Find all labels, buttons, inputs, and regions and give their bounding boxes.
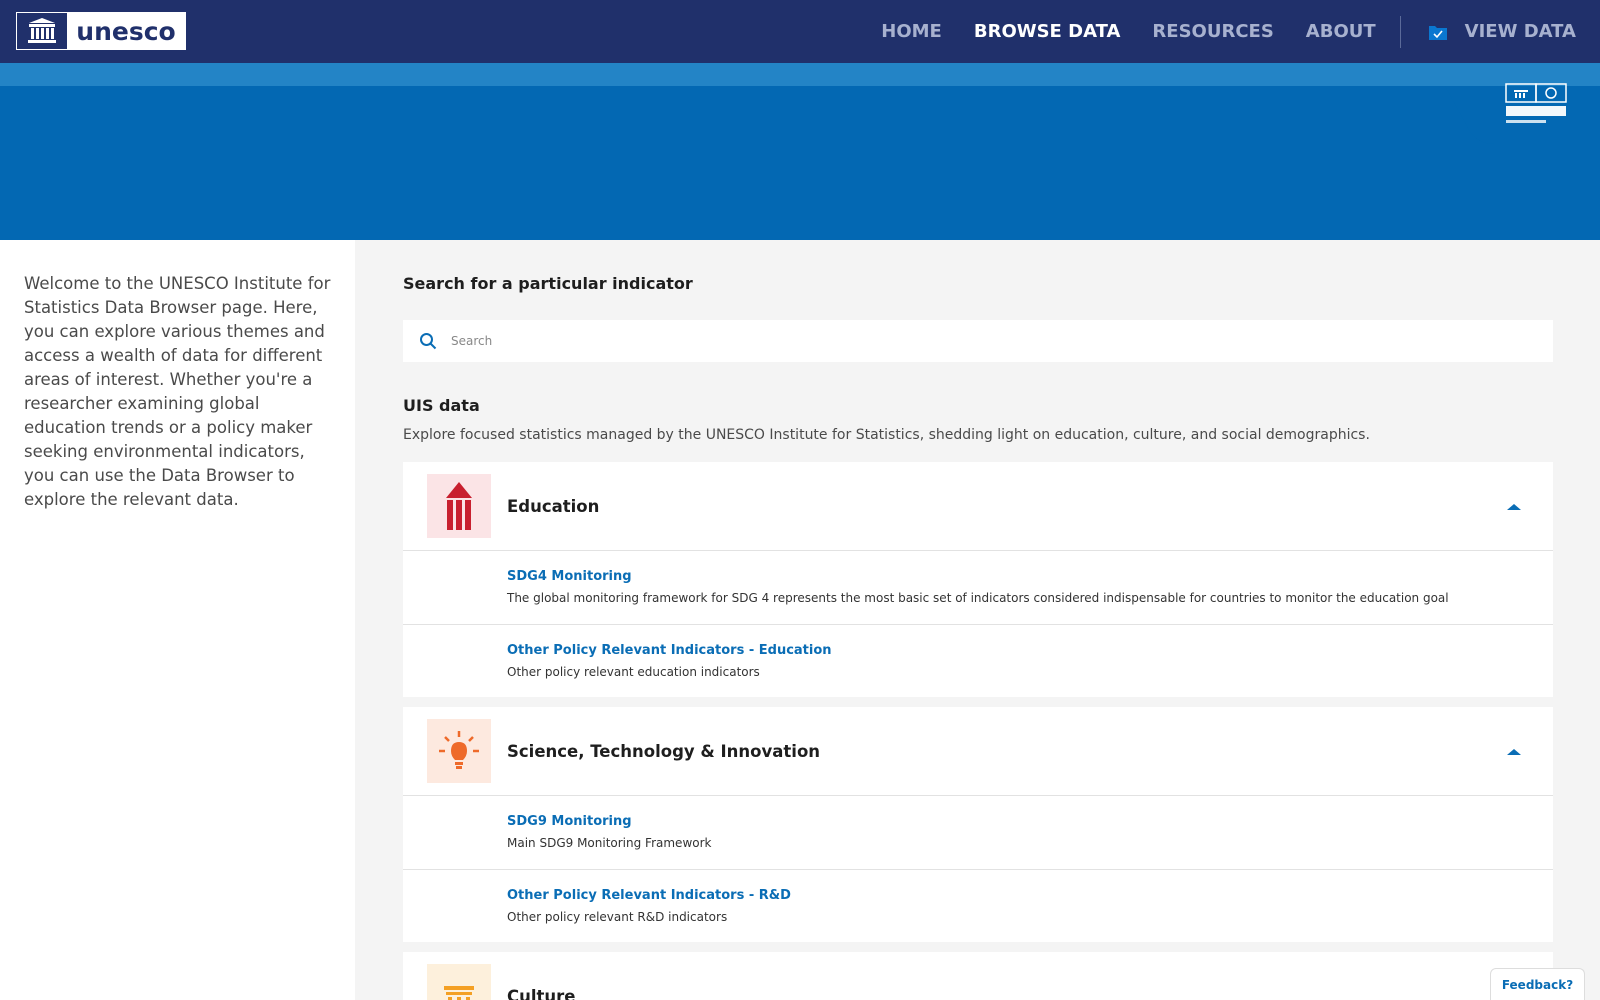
list-item-sdg4[interactable]: SDG4 Monitoring The global monitoring fr… xyxy=(403,551,1553,625)
item-description: The global monitoring framework for SDG … xyxy=(507,591,1449,605)
view-data-button[interactable]: VIEW DATA xyxy=(1428,21,1576,42)
chevron-up-icon[interactable] xyxy=(1507,502,1521,512)
nav-home[interactable]: HOME xyxy=(881,21,942,42)
hero-banner xyxy=(0,86,1600,240)
list-item-sdg9[interactable]: SDG9 Monitoring Main SDG9 Monitoring Fra… xyxy=(403,796,1553,870)
lightbulb-icon xyxy=(427,719,491,783)
list-item-other-rd[interactable]: Other Policy Relevant Indicators - R&D O… xyxy=(403,870,1553,942)
section-header[interactable]: Education xyxy=(403,462,1553,551)
search-label: Search for a particular indicator xyxy=(403,274,693,293)
nav-menu: HOME BROWSE DATA RESOURCES ABOUT VIEW DA… xyxy=(849,0,1576,63)
section-title: Culture xyxy=(507,987,576,1000)
nav-about[interactable]: ABOUT xyxy=(1306,21,1376,42)
top-navigation: unesco HOME BROWSE DATA RESOURCES ABOUT … xyxy=(0,0,1600,63)
search-input[interactable] xyxy=(451,334,1451,348)
item-link[interactable]: SDG9 Monitoring xyxy=(507,814,632,829)
section-title: Science, Technology & Innovation xyxy=(507,742,821,761)
uis-data-description: Explore focused statistics managed by th… xyxy=(403,427,1370,443)
search-box[interactable] xyxy=(403,320,1553,362)
item-description: Other policy relevant education indicato… xyxy=(507,665,760,679)
section-header[interactable]: Culture xyxy=(403,952,1553,1000)
uis-logo-icon[interactable] xyxy=(1504,82,1568,128)
unesco-logo[interactable]: unesco xyxy=(16,12,186,50)
section-education: Education SDG4 Monitoring The global mon… xyxy=(403,462,1553,697)
section-culture: Culture xyxy=(403,952,1553,1000)
view-data-label: VIEW DATA xyxy=(1464,21,1576,42)
list-item-other-education[interactable]: Other Policy Relevant Indicators - Educa… xyxy=(403,625,1553,697)
temple-icon xyxy=(427,964,491,1000)
nav-divider xyxy=(1399,15,1401,48)
nav-browse-data[interactable]: BROWSE DATA xyxy=(974,21,1121,42)
item-link[interactable]: SDG4 Monitoring xyxy=(507,569,632,584)
section-science: Science, Technology & Innovation SDG9 Mo… xyxy=(403,707,1553,942)
logo-wordmark: unesco xyxy=(67,13,185,49)
folder-check-icon xyxy=(1428,25,1447,40)
temple-icon xyxy=(17,13,67,49)
feedback-button[interactable]: Feedback? xyxy=(1490,968,1585,1000)
item-link[interactable]: Other Policy Relevant Indicators - R&D xyxy=(507,888,791,903)
item-description: Main SDG9 Monitoring Framework xyxy=(507,836,712,850)
banner-strip xyxy=(0,63,1600,86)
uis-data-title: UIS data xyxy=(403,396,480,415)
search-icon xyxy=(420,333,437,350)
pencil-icon xyxy=(427,474,491,538)
section-header[interactable]: Science, Technology & Innovation xyxy=(403,707,1553,796)
section-title: Education xyxy=(507,497,600,516)
intro-text: Welcome to the UNESCO Institute for Stat… xyxy=(24,274,331,509)
intro-panel: Welcome to the UNESCO Institute for Stat… xyxy=(0,240,355,1000)
item-link[interactable]: Other Policy Relevant Indicators - Educa… xyxy=(507,643,832,658)
chevron-up-icon[interactable] xyxy=(1507,747,1521,757)
item-description: Other policy relevant R&D indicators xyxy=(507,910,728,924)
nav-resources[interactable]: RESOURCES xyxy=(1152,21,1273,42)
